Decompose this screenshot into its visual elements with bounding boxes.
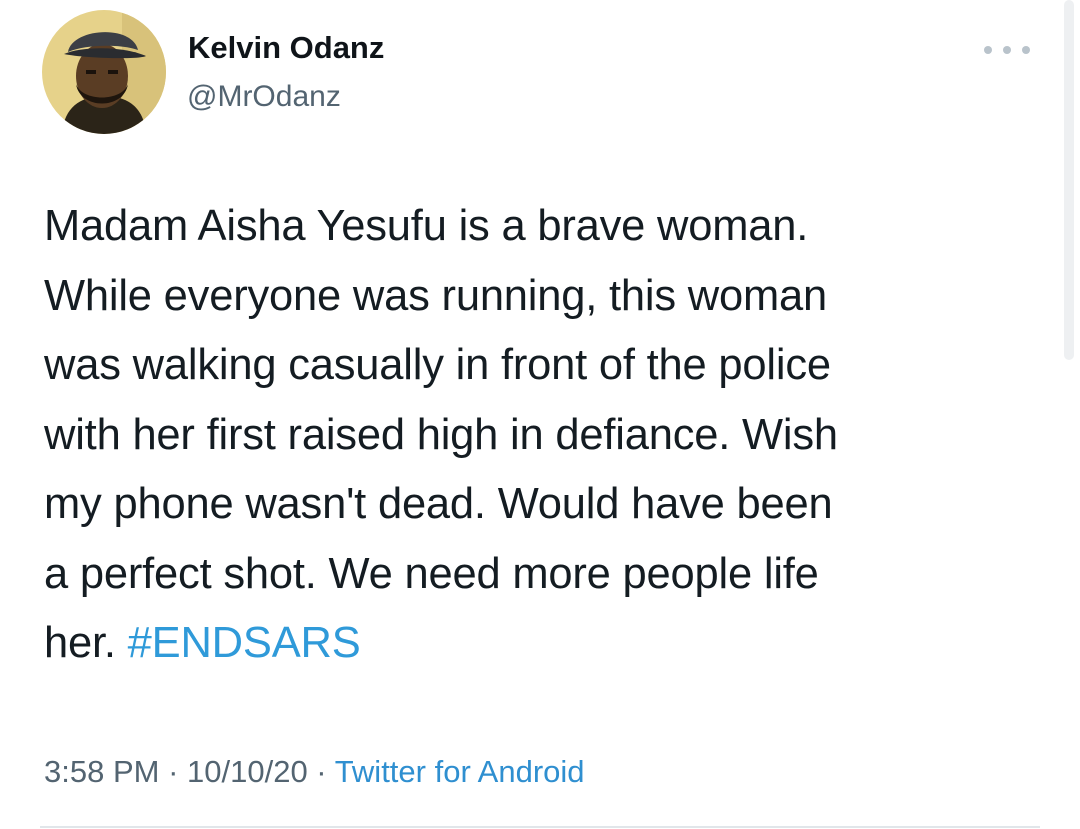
tweet-time: 3:58 PM <box>44 754 160 789</box>
more-dot <box>984 46 992 54</box>
more-dot <box>1003 46 1011 54</box>
more-dot <box>1022 46 1030 54</box>
tweet-date: 10/10/20 <box>187 754 308 789</box>
tweet-source-link[interactable]: Twitter for Android <box>335 754 585 789</box>
tweet-body: Madam Aisha Yesufu is a brave woman. Whi… <box>44 202 838 667</box>
tweet-text: Madam Aisha Yesufu is a brave woman. Whi… <box>44 192 1054 679</box>
more-options-icon[interactable] <box>984 36 1030 64</box>
author-display-name[interactable]: Kelvin Odanz <box>188 30 384 66</box>
hashtag-link[interactable]: #ENDSARS <box>128 619 361 667</box>
author-avatar[interactable] <box>42 10 166 134</box>
divider <box>40 826 1040 828</box>
meta-separator: · <box>159 754 188 789</box>
author-handle[interactable]: @MrOdanz <box>187 80 341 114</box>
tweet-card: Kelvin Odanz @MrOdanz Madam Aisha Yesufu… <box>0 0 1080 829</box>
scrollbar[interactable] <box>1064 0 1074 360</box>
avatar-photo-icon <box>42 10 166 134</box>
tweet-metadata: 3:58 PM · 10/10/20 · Twitter for Android <box>44 754 585 790</box>
meta-separator: · <box>307 754 335 789</box>
